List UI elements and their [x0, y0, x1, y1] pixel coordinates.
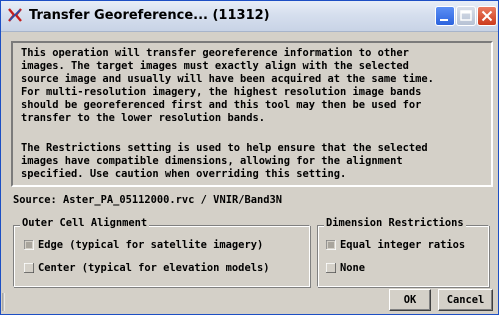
minimize-button[interactable]: [435, 6, 455, 26]
description-line: images have compatible dimensions, allow…: [21, 155, 403, 167]
center-option-label: Center (typical for elevation models): [38, 262, 270, 274]
outer-cell-alignment-group: Outer Cell Alignment Edge (typical for s…: [13, 217, 310, 287]
description-box: This operation will transfer georeferenc…: [11, 41, 493, 187]
radio-selected-icon[interactable]: [326, 240, 336, 250]
resize-grip-icon[interactable]: [1, 291, 9, 313]
maximize-button[interactable]: [456, 6, 476, 26]
description-line: The Restrictions setting is used to help…: [21, 142, 428, 154]
dimension-restrictions-group: Dimension Restrictions Equal integer rat…: [317, 217, 489, 287]
minimize-icon: [440, 19, 448, 21]
title-bar[interactable]: Transfer Georeference... (11312): [1, 1, 498, 32]
description-line: transfer to the lower resolution bands.: [21, 112, 265, 124]
radio-selected-icon[interactable]: [24, 240, 34, 250]
outer-cell-alignment-title: Outer Cell Alignment: [20, 217, 150, 229]
none-option-label: None: [340, 262, 366, 274]
description-line: images. The target images must exactly a…: [21, 60, 409, 72]
radio-unselected-icon[interactable]: [326, 263, 336, 273]
edge-option-label: Edge (typical for satellite imagery): [38, 239, 264, 251]
equal-integer-ratios-label: Equal integer ratios: [340, 239, 466, 251]
close-button[interactable]: [477, 6, 497, 26]
cancel-button[interactable]: Cancel: [438, 289, 493, 311]
ok-button[interactable]: OK: [389, 289, 431, 311]
window-title: Transfer Georeference... (11312): [29, 8, 270, 23]
description-line: specified. Use caution when overriding t…: [21, 168, 347, 180]
dimension-restrictions-title: Dimension Restrictions: [324, 217, 466, 229]
description-line: should be georeferenced first and this t…: [21, 99, 422, 111]
description-line: source image and usually will have been …: [21, 73, 434, 85]
description-line: For multi-resolution imagery, the highes…: [21, 86, 422, 98]
maximize-icon: [460, 10, 472, 21]
close-icon: [481, 10, 493, 22]
radio-unselected-icon[interactable]: [24, 263, 34, 273]
dialog-window: Transfer Georeference... (11312) This op…: [0, 0, 499, 315]
description-line: This operation will transfer georeferenc…: [21, 47, 409, 59]
source-label: Source: Aster_PA_05112000.rvc / VNIR/Ban…: [13, 194, 282, 206]
app-icon: [7, 7, 23, 23]
